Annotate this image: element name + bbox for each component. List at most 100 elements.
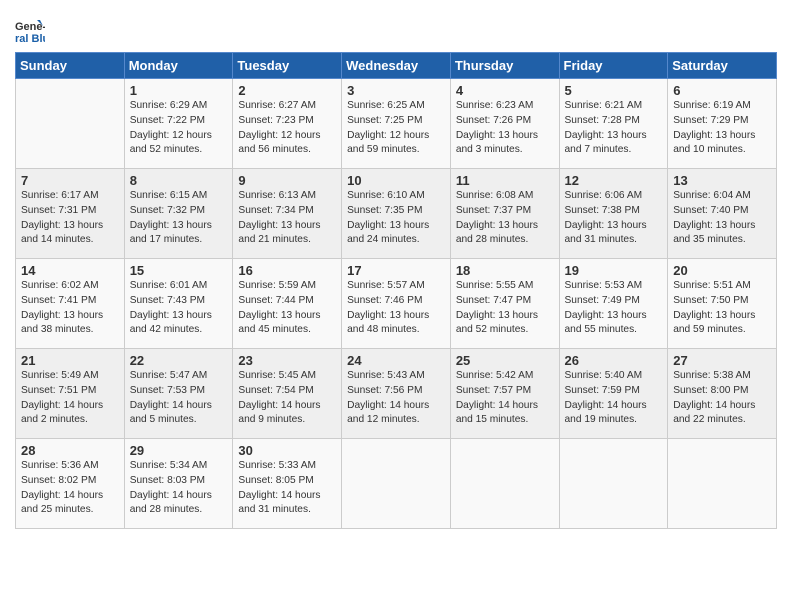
day-cell: 8Sunrise: 6:15 AMSunset: 7:32 PMDaylight…: [124, 169, 233, 259]
day-cell: 1Sunrise: 6:29 AMSunset: 7:22 PMDaylight…: [124, 79, 233, 169]
day-cell: 25Sunrise: 5:42 AMSunset: 7:57 PMDayligh…: [450, 349, 559, 439]
day-cell: 26Sunrise: 5:40 AMSunset: 7:59 PMDayligh…: [559, 349, 668, 439]
day-info: Sunrise: 6:25 AMSunset: 7:25 PMDaylight:…: [347, 99, 445, 158]
logo-icon: Gene- ral Blue: [15, 16, 45, 46]
weekday-header-sunday: Sunday: [16, 53, 125, 79]
day-info: Sunrise: 5:47 AMSunset: 7:53 PMDaylight:…: [130, 369, 228, 428]
day-number: 30: [238, 443, 336, 458]
day-cell: 7Sunrise: 6:17 AMSunset: 7:31 PMDaylight…: [16, 169, 125, 259]
weekday-header-tuesday: Tuesday: [233, 53, 342, 79]
day-info: Sunrise: 5:36 AMSunset: 8:02 PMDaylight:…: [21, 459, 119, 518]
day-info: Sunrise: 5:34 AMSunset: 8:03 PMDaylight:…: [130, 459, 228, 518]
day-number: 6: [673, 83, 771, 98]
day-info: Sunrise: 6:15 AMSunset: 7:32 PMDaylight:…: [130, 189, 228, 248]
week-row-1: 1Sunrise: 6:29 AMSunset: 7:22 PMDaylight…: [16, 79, 777, 169]
week-row-5: 28Sunrise: 5:36 AMSunset: 8:02 PMDayligh…: [16, 439, 777, 529]
day-cell: [559, 439, 668, 529]
day-info: Sunrise: 6:17 AMSunset: 7:31 PMDaylight:…: [21, 189, 119, 248]
day-number: 11: [456, 173, 554, 188]
day-info: Sunrise: 6:19 AMSunset: 7:29 PMDaylight:…: [673, 99, 771, 158]
day-cell: 9Sunrise: 6:13 AMSunset: 7:34 PMDaylight…: [233, 169, 342, 259]
day-cell: 15Sunrise: 6:01 AMSunset: 7:43 PMDayligh…: [124, 259, 233, 349]
day-cell: 29Sunrise: 5:34 AMSunset: 8:03 PMDayligh…: [124, 439, 233, 529]
day-number: 27: [673, 353, 771, 368]
day-cell: 14Sunrise: 6:02 AMSunset: 7:41 PMDayligh…: [16, 259, 125, 349]
day-info: Sunrise: 6:08 AMSunset: 7:37 PMDaylight:…: [456, 189, 554, 248]
day-cell: 17Sunrise: 5:57 AMSunset: 7:46 PMDayligh…: [342, 259, 451, 349]
day-number: 14: [21, 263, 119, 278]
day-info: Sunrise: 5:42 AMSunset: 7:57 PMDaylight:…: [456, 369, 554, 428]
day-cell: [342, 439, 451, 529]
day-info: Sunrise: 6:21 AMSunset: 7:28 PMDaylight:…: [565, 99, 663, 158]
day-cell: 4Sunrise: 6:23 AMSunset: 7:26 PMDaylight…: [450, 79, 559, 169]
day-cell: 27Sunrise: 5:38 AMSunset: 8:00 PMDayligh…: [668, 349, 777, 439]
day-cell: [450, 439, 559, 529]
day-number: 5: [565, 83, 663, 98]
day-number: 24: [347, 353, 445, 368]
day-cell: 2Sunrise: 6:27 AMSunset: 7:23 PMDaylight…: [233, 79, 342, 169]
day-info: Sunrise: 5:57 AMSunset: 7:46 PMDaylight:…: [347, 279, 445, 338]
day-number: 3: [347, 83, 445, 98]
day-cell: 11Sunrise: 6:08 AMSunset: 7:37 PMDayligh…: [450, 169, 559, 259]
day-info: Sunrise: 5:49 AMSunset: 7:51 PMDaylight:…: [21, 369, 119, 428]
day-cell: [16, 79, 125, 169]
calendar-table: SundayMondayTuesdayWednesdayThursdayFrid…: [15, 52, 777, 529]
day-number: 20: [673, 263, 771, 278]
day-info: Sunrise: 6:02 AMSunset: 7:41 PMDaylight:…: [21, 279, 119, 338]
day-info: Sunrise: 6:23 AMSunset: 7:26 PMDaylight:…: [456, 99, 554, 158]
day-number: 1: [130, 83, 228, 98]
day-cell: 22Sunrise: 5:47 AMSunset: 7:53 PMDayligh…: [124, 349, 233, 439]
day-cell: 20Sunrise: 5:51 AMSunset: 7:50 PMDayligh…: [668, 259, 777, 349]
day-cell: 6Sunrise: 6:19 AMSunset: 7:29 PMDaylight…: [668, 79, 777, 169]
day-info: Sunrise: 5:59 AMSunset: 7:44 PMDaylight:…: [238, 279, 336, 338]
day-cell: 13Sunrise: 6:04 AMSunset: 7:40 PMDayligh…: [668, 169, 777, 259]
day-info: Sunrise: 5:45 AMSunset: 7:54 PMDaylight:…: [238, 369, 336, 428]
day-info: Sunrise: 6:29 AMSunset: 7:22 PMDaylight:…: [130, 99, 228, 158]
day-cell: 23Sunrise: 5:45 AMSunset: 7:54 PMDayligh…: [233, 349, 342, 439]
week-row-2: 7Sunrise: 6:17 AMSunset: 7:31 PMDaylight…: [16, 169, 777, 259]
day-info: Sunrise: 5:55 AMSunset: 7:47 PMDaylight:…: [456, 279, 554, 338]
day-cell: 24Sunrise: 5:43 AMSunset: 7:56 PMDayligh…: [342, 349, 451, 439]
day-number: 16: [238, 263, 336, 278]
day-cell: 21Sunrise: 5:49 AMSunset: 7:51 PMDayligh…: [16, 349, 125, 439]
day-number: 22: [130, 353, 228, 368]
day-number: 13: [673, 173, 771, 188]
week-row-4: 21Sunrise: 5:49 AMSunset: 7:51 PMDayligh…: [16, 349, 777, 439]
day-cell: 28Sunrise: 5:36 AMSunset: 8:02 PMDayligh…: [16, 439, 125, 529]
week-row-3: 14Sunrise: 6:02 AMSunset: 7:41 PMDayligh…: [16, 259, 777, 349]
day-number: 10: [347, 173, 445, 188]
weekday-header-wednesday: Wednesday: [342, 53, 451, 79]
day-number: 25: [456, 353, 554, 368]
day-cell: 16Sunrise: 5:59 AMSunset: 7:44 PMDayligh…: [233, 259, 342, 349]
day-cell: 18Sunrise: 5:55 AMSunset: 7:47 PMDayligh…: [450, 259, 559, 349]
weekday-header-monday: Monday: [124, 53, 233, 79]
day-cell: 19Sunrise: 5:53 AMSunset: 7:49 PMDayligh…: [559, 259, 668, 349]
day-number: 21: [21, 353, 119, 368]
day-info: Sunrise: 6:27 AMSunset: 7:23 PMDaylight:…: [238, 99, 336, 158]
logo: Gene- ral Blue: [15, 16, 49, 46]
day-info: Sunrise: 6:10 AMSunset: 7:35 PMDaylight:…: [347, 189, 445, 248]
day-info: Sunrise: 5:53 AMSunset: 7:49 PMDaylight:…: [565, 279, 663, 338]
day-cell: 30Sunrise: 5:33 AMSunset: 8:05 PMDayligh…: [233, 439, 342, 529]
day-number: 4: [456, 83, 554, 98]
day-number: 2: [238, 83, 336, 98]
day-info: Sunrise: 5:43 AMSunset: 7:56 PMDaylight:…: [347, 369, 445, 428]
day-number: 26: [565, 353, 663, 368]
day-number: 12: [565, 173, 663, 188]
day-number: 9: [238, 173, 336, 188]
day-cell: 10Sunrise: 6:10 AMSunset: 7:35 PMDayligh…: [342, 169, 451, 259]
day-cell: 5Sunrise: 6:21 AMSunset: 7:28 PMDaylight…: [559, 79, 668, 169]
day-cell: 12Sunrise: 6:06 AMSunset: 7:38 PMDayligh…: [559, 169, 668, 259]
weekday-header-row: SundayMondayTuesdayWednesdayThursdayFrid…: [16, 53, 777, 79]
day-number: 29: [130, 443, 228, 458]
day-info: Sunrise: 5:40 AMSunset: 7:59 PMDaylight:…: [565, 369, 663, 428]
day-cell: [668, 439, 777, 529]
weekday-header-friday: Friday: [559, 53, 668, 79]
day-number: 19: [565, 263, 663, 278]
weekday-header-saturday: Saturday: [668, 53, 777, 79]
day-number: 18: [456, 263, 554, 278]
day-number: 17: [347, 263, 445, 278]
day-info: Sunrise: 6:04 AMSunset: 7:40 PMDaylight:…: [673, 189, 771, 248]
header: Gene- ral Blue: [15, 10, 777, 46]
day-number: 8: [130, 173, 228, 188]
